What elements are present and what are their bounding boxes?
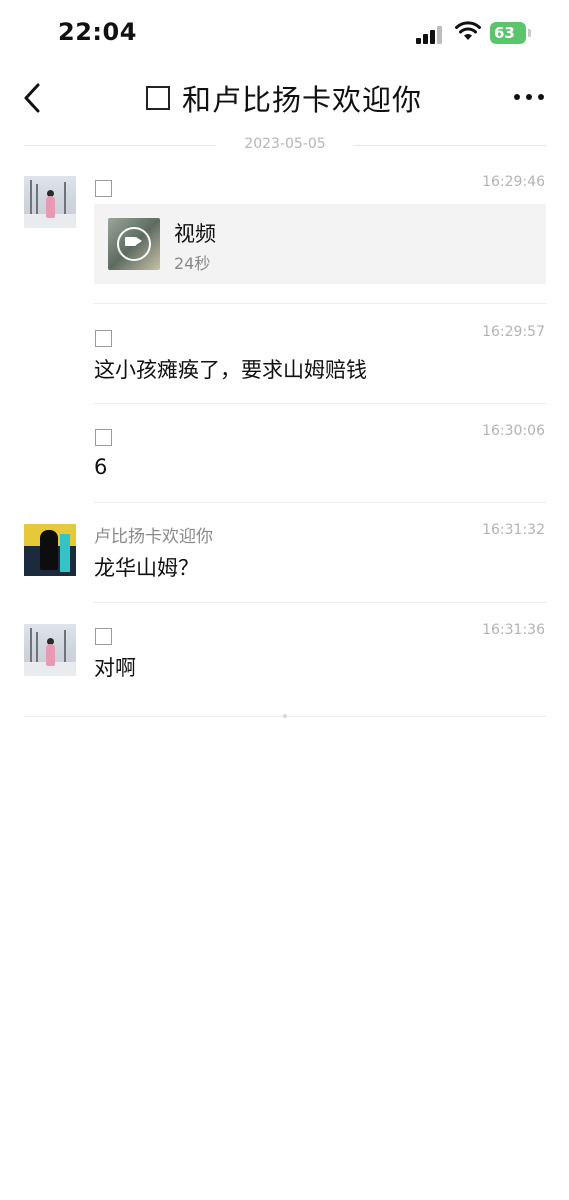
- battery-level: 63: [494, 24, 515, 42]
- date-label: 2023-05-05: [244, 136, 326, 152]
- nav-bar: 和卢比扬卡欢迎你: [0, 66, 569, 130]
- page-title: 和卢比扬卡欢迎你: [182, 83, 423, 117]
- message-text: 对啊: [94, 656, 136, 680]
- date-divider: 2023-05-05: [24, 136, 546, 156]
- message-text: 6: [94, 455, 108, 479]
- chat-title: 和卢比扬卡欢迎你: [146, 78, 422, 118]
- battery-icon: 63: [490, 22, 526, 44]
- avatar[interactable]: [24, 624, 76, 676]
- video-label: 视频: [174, 222, 216, 246]
- divider: [94, 502, 546, 503]
- video-thumbnail: [108, 218, 160, 270]
- message-checkbox[interactable]: [95, 330, 112, 347]
- message-checkbox[interactable]: [95, 180, 112, 197]
- message-time: 16:29:46: [482, 174, 545, 190]
- wifi-icon: [455, 21, 481, 40]
- avatar[interactable]: [24, 524, 76, 576]
- message-time: 16:30:06: [482, 423, 545, 439]
- message-time: 16:29:57: [482, 324, 545, 340]
- message-time: 16:31:36: [482, 622, 545, 638]
- message-text: 这小孩瘫痪了，要求山姆赔钱: [94, 358, 367, 382]
- video-duration: 24秒: [174, 254, 211, 273]
- divider: [94, 303, 546, 304]
- message-checkbox[interactable]: [95, 628, 112, 645]
- cellular-signal-icon: [416, 26, 444, 44]
- message-time: 16:31:32: [482, 522, 545, 538]
- message-text: 龙华山姆？: [94, 556, 199, 580]
- more-dots-icon[interactable]: [514, 94, 544, 102]
- status-time: 22:04: [58, 18, 137, 46]
- sender-name: 卢比扬卡欢迎你: [94, 527, 213, 547]
- divider: [94, 403, 546, 404]
- video-card[interactable]: 视频 24秒: [94, 204, 546, 284]
- message-checkbox[interactable]: [95, 429, 112, 446]
- avatar[interactable]: [24, 176, 76, 228]
- battery-cap: [528, 29, 531, 37]
- divider: [94, 602, 546, 603]
- status-bar: 22:04 63: [0, 0, 569, 66]
- checkbox-icon: [146, 86, 170, 110]
- end-dot: [283, 714, 287, 718]
- chevron-left-icon[interactable]: [18, 80, 48, 116]
